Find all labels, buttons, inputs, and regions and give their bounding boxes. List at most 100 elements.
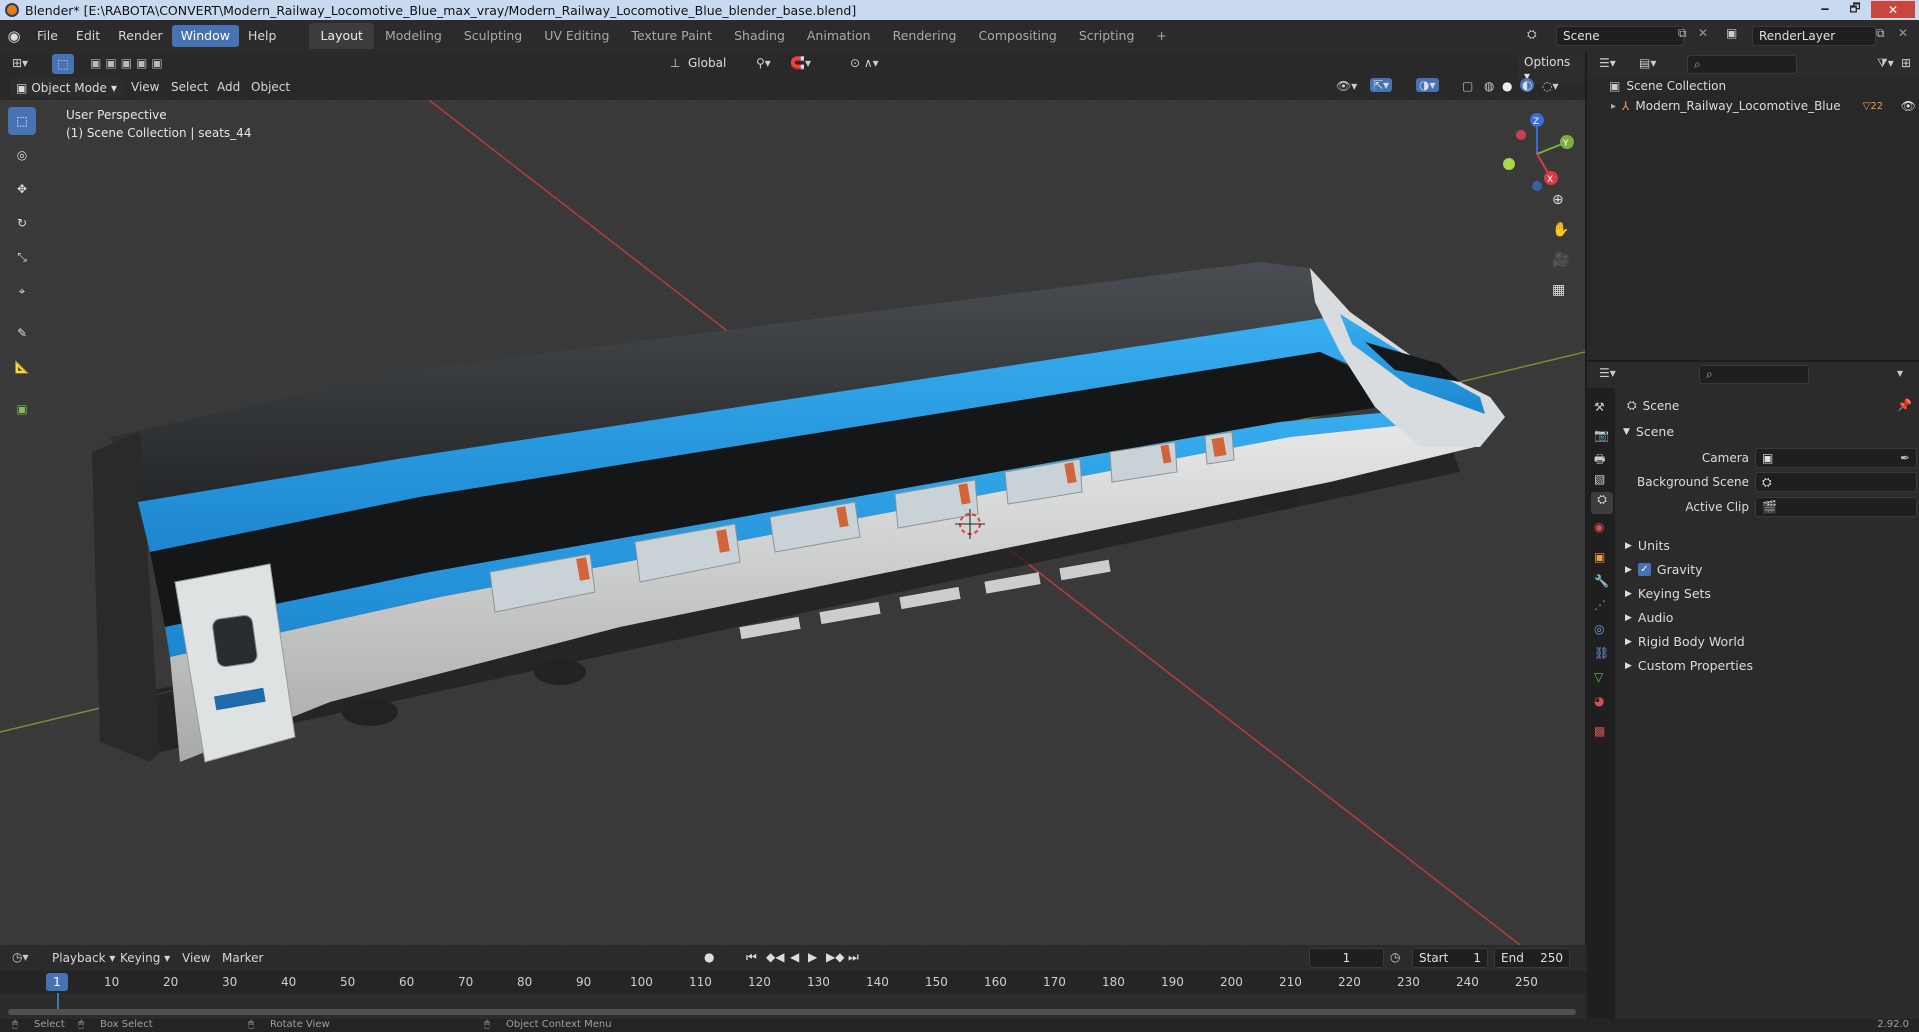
chevron-down-icon[interactable]: ▾: [1897, 366, 1903, 380]
preview-range-icon[interactable]: ◷: [1390, 950, 1400, 964]
navigation-gizmo[interactable]: Z Y X: [1495, 112, 1580, 197]
jump-start-icon[interactable]: ⏮: [746, 950, 757, 965]
new-collection-icon[interactable]: ⊞: [1901, 56, 1911, 70]
record-icon[interactable]: ●: [704, 950, 714, 964]
menu-keying[interactable]: Keying ▾: [120, 951, 170, 965]
prev-keyframe-icon[interactable]: ◆◀: [766, 950, 784, 964]
menu-object[interactable]: Object: [251, 80, 290, 94]
tab-uv-editing[interactable]: UV Editing: [533, 23, 620, 49]
tab-sculpting[interactable]: Sculpting: [453, 23, 533, 49]
timeline-scrollbar[interactable]: [8, 1009, 1576, 1015]
tool-tab-icon[interactable]: ⚒: [1594, 400, 1605, 414]
jump-end-icon[interactable]: ⏭: [848, 950, 859, 965]
render-tab-icon[interactable]: 📷: [1594, 428, 1609, 442]
material-tab-icon[interactable]: ◕: [1594, 694, 1604, 708]
add-workspace-button[interactable]: +: [1145, 23, 1177, 49]
object-mode-dropdown[interactable]: ▣ Object Mode ▾: [10, 78, 123, 98]
section-audio[interactable]: ▶ Audio: [1625, 610, 1673, 625]
menu-file[interactable]: File: [28, 25, 67, 47]
scale-tool-icon[interactable]: ⤡: [8, 243, 36, 271]
menu-playback[interactable]: Playback ▾: [52, 951, 115, 965]
scene-tab-icon[interactable]: ⛭: [1591, 492, 1613, 514]
menu-select[interactable]: Select: [171, 80, 208, 94]
gravity-checkbox[interactable]: ✓: [1637, 563, 1651, 576]
annotate-tool-icon[interactable]: ✎: [8, 319, 36, 347]
tab-layout[interactable]: Layout: [309, 23, 374, 49]
close-button[interactable]: ✕: [1871, 1, 1915, 18]
transform-orientation-dropdown[interactable]: Global: [688, 56, 726, 70]
tab-rendering[interactable]: Rendering: [882, 23, 968, 49]
data-tab-icon[interactable]: ▽: [1594, 670, 1603, 684]
physics-tab-icon[interactable]: ◎: [1594, 622, 1604, 636]
menu-window[interactable]: Window: [171, 25, 239, 47]
menu-help[interactable]: Help: [239, 25, 286, 47]
cursor-tool-icon[interactable]: ◎: [8, 141, 36, 169]
next-keyframe-icon[interactable]: ▶◆: [826, 950, 844, 964]
3d-viewport[interactable]: ⬚ ◎ ✥ ↻ ⤡ ⌖ ✎ 📐 ▣ User Perspective (1) S…: [0, 52, 1585, 945]
tab-compositing[interactable]: Compositing: [967, 23, 1067, 49]
visibility-icon[interactable]: 👁▾: [1336, 79, 1357, 93]
tab-scripting[interactable]: Scripting: [1068, 23, 1146, 49]
outliner-row-object[interactable]: ▸ ⅄ Modern_Railway_Locomotive_Blue ▽22 👁: [1611, 96, 1916, 116]
output-tab-icon[interactable]: 🖶: [1594, 450, 1605, 471]
menu-marker[interactable]: Marker: [222, 951, 263, 965]
particles-tab-icon[interactable]: ⋰: [1594, 598, 1606, 612]
ortho-grid-icon[interactable]: ▦: [1552, 282, 1565, 298]
scene-panel-header[interactable]: ▼ Scene: [1623, 424, 1674, 439]
zoom-icon[interactable]: ⊕: [1552, 192, 1564, 208]
select-mode-icon[interactable]: ⬚: [52, 54, 74, 74]
measure-tool-icon[interactable]: 📐: [8, 353, 36, 381]
xray-icon[interactable]: ▢: [1462, 79, 1473, 93]
modifier-tab-icon[interactable]: 🔧: [1594, 574, 1609, 588]
expand-arrow-icon[interactable]: ▸: [1611, 101, 1616, 112]
blender-menu-icon[interactable]: ◉: [0, 27, 28, 45]
outliner-editor-icon[interactable]: ☰▾: [1599, 56, 1616, 70]
pivot-icon[interactable]: ⚲▾: [756, 56, 771, 70]
delete-layer-icon[interactable]: ✕: [1898, 26, 1908, 40]
background-scene-field[interactable]: ⛭: [1755, 472, 1917, 492]
outliner-search-input[interactable]: ⌕: [1687, 55, 1797, 74]
object-tab-icon[interactable]: ▣: [1594, 550, 1605, 564]
add-cube-tool-icon[interactable]: ▣: [8, 395, 36, 423]
menu-render[interactable]: Render: [109, 25, 172, 47]
shading-wireframe-icon[interactable]: ◍: [1484, 79, 1494, 93]
new-layer-icon[interactable]: ⧉: [1876, 26, 1885, 41]
tab-modeling[interactable]: Modeling: [374, 23, 453, 49]
camera-view-icon[interactable]: 🎥: [1552, 252, 1569, 268]
snap-icon[interactable]: 🧲▾: [790, 56, 811, 70]
renderlayer-selector[interactable]: RenderLayer: [1752, 26, 1876, 46]
new-scene-icon[interactable]: ⧉: [1678, 26, 1687, 41]
tab-shading[interactable]: Shading: [723, 23, 796, 49]
view-layer-tab-icon[interactable]: ▧: [1594, 472, 1605, 486]
camera-field[interactable]: ▣ ✒: [1755, 448, 1917, 468]
current-frame-field[interactable]: 1: [1309, 948, 1384, 968]
menu-add[interactable]: Add: [217, 80, 240, 94]
section-units[interactable]: ▶ Units: [1625, 538, 1670, 553]
section-rigid-body-world[interactable]: ▶ Rigid Body World: [1625, 634, 1745, 649]
scene-selector[interactable]: Scene: [1556, 26, 1684, 46]
tab-texture-paint[interactable]: Texture Paint: [620, 23, 723, 49]
shading-solid-icon[interactable]: ●: [1502, 79, 1512, 93]
rotate-tool-icon[interactable]: ↻: [8, 209, 36, 237]
outliner-row-scene-collection[interactable]: ▣ Scene Collection: [1609, 76, 1726, 96]
menu-timeline-view[interactable]: View: [182, 951, 210, 965]
menu-view[interactable]: View: [131, 80, 159, 94]
minimize-button[interactable]: 🗕: [1811, 1, 1839, 18]
filter-icon[interactable]: ⧩▾: [1877, 56, 1894, 71]
properties-search-input[interactable]: ⌕: [1699, 365, 1809, 384]
section-custom-properties[interactable]: ▶ Custom Properties: [1625, 658, 1753, 673]
properties-editor-icon[interactable]: ☰▾: [1599, 366, 1616, 380]
editor-type-icon[interactable]: ⊞▾: [12, 56, 28, 70]
delete-scene-icon[interactable]: ✕: [1698, 26, 1708, 40]
active-clip-field[interactable]: 🎬: [1755, 497, 1917, 517]
gizmo-toggle-icon[interactable]: ⇱▾: [1370, 78, 1393, 92]
tab-animation[interactable]: Animation: [796, 23, 882, 49]
move-tool-icon[interactable]: ✥: [8, 175, 36, 203]
shading-rendered-icon[interactable]: ◌▾: [1542, 79, 1559, 93]
section-gravity[interactable]: ▶ ✓ Gravity: [1625, 562, 1703, 577]
pin-icon[interactable]: 📌: [1897, 398, 1912, 412]
transform-tool-icon[interactable]: ⌖: [8, 277, 36, 305]
play-reverse-icon[interactable]: ◀: [790, 950, 799, 964]
world-tab-icon[interactable]: ◉: [1594, 520, 1604, 534]
view-layer-icon[interactable]: ▣: [1726, 26, 1737, 40]
